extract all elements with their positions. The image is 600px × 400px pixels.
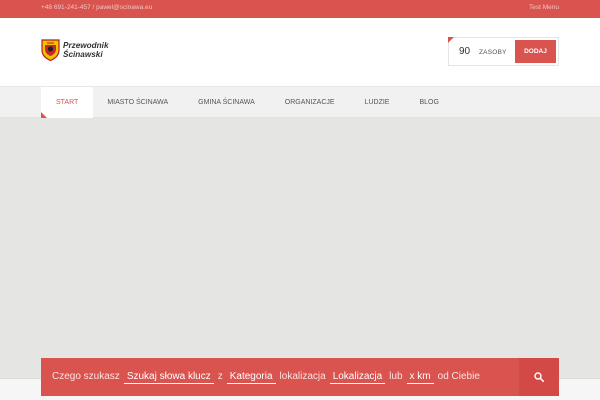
search-sentence: Czego szukasz Szukaj słowa klucz z Kateg…: [52, 371, 484, 384]
top-bar: +48 691-241-457 / pawel@scinawa.eu Test …: [0, 0, 600, 18]
nav-item-label: GMINA ŚCINAWA: [198, 99, 255, 106]
corner-ribbon: [448, 37, 454, 43]
search-from-word: z: [217, 371, 223, 382]
logo-text: Przewodnik Ścinawski: [63, 41, 109, 59]
logo-line-1: Przewodnik: [63, 41, 109, 50]
resources-count: 90: [459, 46, 471, 57]
category-select[interactable]: Kategoria: [226, 371, 276, 384]
site-logo[interactable]: Przewodnik Ścinawski: [41, 39, 109, 61]
keyword-input[interactable]: Szukaj słowa klucz: [123, 371, 214, 384]
search-suffix: od Ciebie: [437, 371, 480, 382]
nav-item-blog[interactable]: BLOG: [404, 87, 453, 118]
resources-label: ZASOBY: [479, 49, 507, 56]
nav-item-label: MIASTO ŚCINAWA: [107, 99, 169, 106]
distance-select[interactable]: x km: [406, 371, 434, 384]
nav-item-label: ORGANIZACJE: [284, 99, 335, 106]
coat-of-arms-icon: [41, 39, 60, 61]
nav-item-gmina[interactable]: GMINA ŚCINAWA: [184, 87, 270, 118]
nav-item-label: LUDZIE: [364, 99, 390, 106]
contact-info: +48 691-241-457 / pawel@scinawa.eu: [41, 4, 153, 11]
nav-item-label: BLOG: [419, 99, 439, 106]
nav-item-ludzie[interactable]: LUDZIE: [350, 87, 405, 118]
search-prefix: Czego szukasz: [52, 371, 120, 382]
search-button[interactable]: [519, 358, 559, 396]
nav-item-miasto[interactable]: MIASTO ŚCINAWA: [93, 87, 184, 118]
search-bar: Czego szukasz Szukaj słowa klucz z Kateg…: [41, 358, 559, 396]
search-or-word: lub: [389, 371, 403, 382]
nav-item-organizacje[interactable]: ORGANIZACJE: [270, 87, 350, 118]
main-nav: START MIASTO ŚCINAWA GMINA ŚCINAWA ORGAN…: [0, 86, 600, 118]
test-menu-link[interactable]: Test Menu: [529, 4, 559, 11]
add-button[interactable]: DODAJ: [515, 40, 556, 63]
nav-item-label: START: [56, 99, 79, 106]
site-header: Przewodnik Ścinawski 90 ZASOBY DODAJ: [0, 18, 600, 86]
search-icon: [534, 372, 544, 382]
resources-box: 90 ZASOBY DODAJ: [448, 37, 559, 66]
nav-item-start[interactable]: START: [41, 87, 94, 118]
location-select[interactable]: Lokalizacja: [329, 371, 386, 384]
search-location-word: lokalizacja: [279, 371, 326, 382]
logo-line-2: Ścinawski: [63, 50, 103, 59]
